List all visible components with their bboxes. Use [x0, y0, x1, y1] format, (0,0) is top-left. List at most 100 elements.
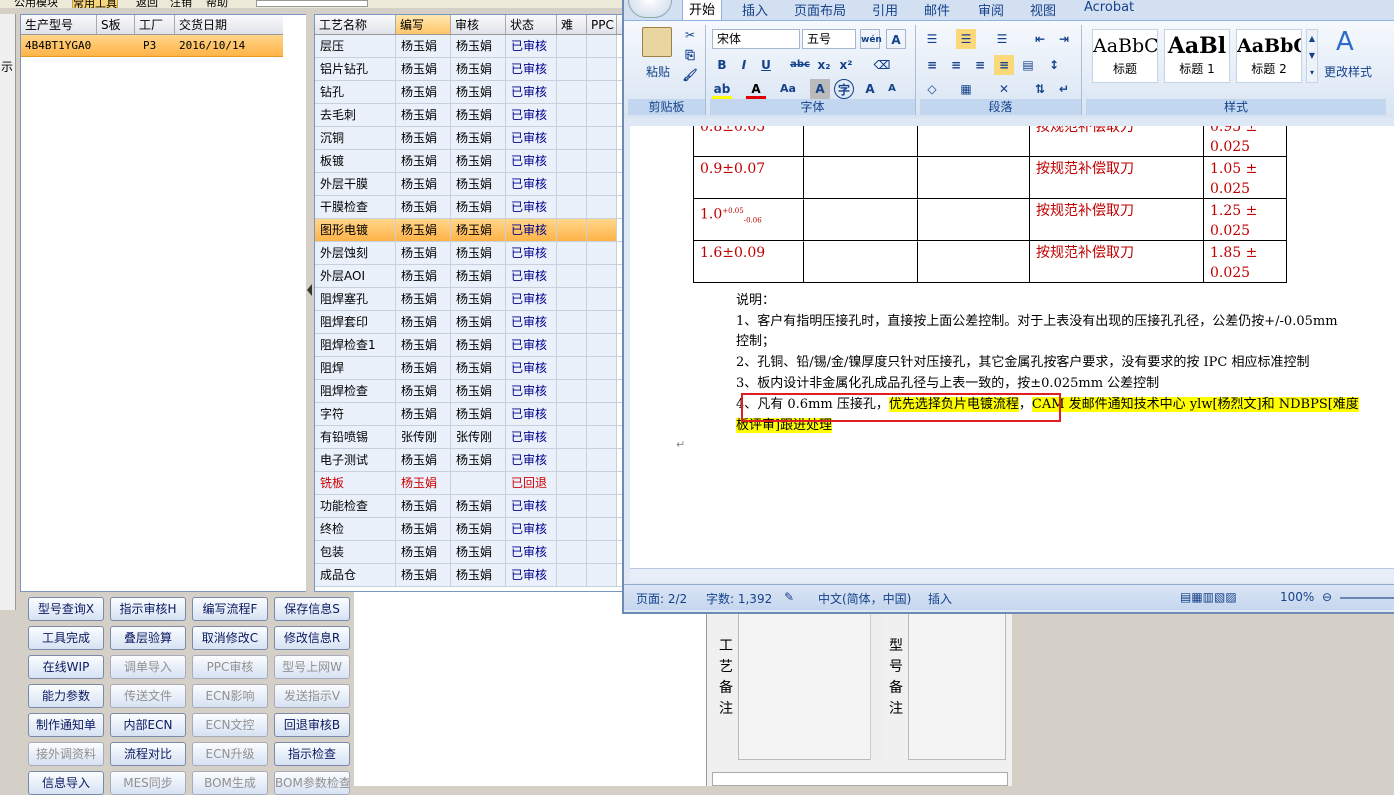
- action-button[interactable]: 流程对比: [110, 742, 186, 766]
- notes-scrollbar[interactable]: [870, 612, 884, 760]
- table-row[interactable]: 钻孔 杨玉娟 杨玉娟 已审核: [315, 81, 624, 104]
- style-heading-2[interactable]: AaBbC 标题 2: [1236, 29, 1302, 83]
- styles-scroll-icon[interactable]: ▲ ▼ ▾: [1306, 29, 1318, 83]
- align-right-icon[interactable]: ≡: [970, 55, 990, 75]
- table-row[interactable]: 阻焊 杨玉娟 杨玉娟 已审核: [315, 357, 624, 380]
- table-row[interactable]: 字符 杨玉娟 杨玉娟 已审核: [315, 403, 624, 426]
- justify-icon[interactable]: ≡: [994, 55, 1014, 75]
- action-button[interactable]: 编写流程F: [192, 597, 268, 621]
- superscript-icon[interactable]: x²: [836, 55, 856, 75]
- borders-icon[interactable]: ▦: [956, 79, 976, 99]
- col-process-name[interactable]: 工艺名称: [315, 15, 396, 34]
- grow-font-icon[interactable]: A: [860, 79, 880, 99]
- status-language[interactable]: 中文(简体，中国): [818, 590, 911, 607]
- notes-bottom-field[interactable]: [712, 772, 1008, 786]
- char-shading-icon[interactable]: A: [810, 79, 830, 99]
- tab-review[interactable]: 审阅: [978, 0, 1004, 19]
- table-row[interactable]: 有铅喷锡 张传刚 张传刚 已审核: [315, 426, 624, 449]
- asian-layout-icon[interactable]: ✕: [994, 79, 1014, 99]
- tab-home[interactable]: 开始: [682, 0, 723, 22]
- tab-mailings[interactable]: 邮件: [924, 0, 950, 19]
- bold-icon[interactable]: B: [712, 55, 732, 75]
- action-button[interactable]: 取消修改C: [192, 626, 268, 650]
- action-button[interactable]: BOM参数检查: [274, 771, 350, 795]
- col-s-board[interactable]: S板: [97, 15, 135, 34]
- view-buttons-icon[interactable]: ▤▦▥▧▨: [1180, 590, 1237, 604]
- table-row[interactable]: 外层AOI 杨玉娟 杨玉娟 已审核: [315, 265, 624, 288]
- sort-icon[interactable]: ⇅: [1030, 79, 1050, 99]
- action-button[interactable]: 接外调资料: [28, 742, 104, 766]
- table-row[interactable]: 阻焊检查1 杨玉娟 杨玉娟 已审核: [315, 334, 624, 357]
- strikethrough-icon[interactable]: abc: [790, 55, 810, 75]
- status-mode[interactable]: 插入: [928, 590, 952, 607]
- table-row[interactable]: 外层干膜 杨玉娟 杨玉娟 已审核: [315, 173, 624, 196]
- action-button[interactable]: 叠层验算: [110, 626, 186, 650]
- table-row[interactable]: 铣板 杨玉娟 已回退: [315, 472, 624, 495]
- menu-back[interactable]: 返回: [136, 0, 158, 8]
- table-row[interactable]: 包装 杨玉娟 杨玉娟 已审核: [315, 541, 624, 564]
- clear-format-icon[interactable]: ⌫: [872, 55, 892, 75]
- col-writer[interactable]: 编写: [396, 15, 451, 34]
- action-button[interactable]: 在线WIP: [28, 655, 104, 679]
- format-painter-icon[interactable]: 🖌: [680, 65, 700, 85]
- decrease-indent-icon[interactable]: ⇤: [1030, 29, 1050, 49]
- subscript-icon[interactable]: x₂: [814, 55, 834, 75]
- distributed-icon[interactable]: ▤: [1018, 55, 1038, 75]
- align-center-icon[interactable]: ≡: [946, 55, 966, 75]
- align-left-icon[interactable]: ≡: [922, 55, 942, 75]
- increase-indent-icon[interactable]: ⇥: [1054, 29, 1074, 49]
- col-delivery-date[interactable]: 交货日期: [175, 15, 283, 34]
- table-row[interactable]: 终检 杨玉娟 杨玉娟 已审核: [315, 518, 624, 541]
- menu-common-tools[interactable]: 常用工具: [72, 0, 118, 8]
- enclose-char-icon[interactable]: 字: [834, 79, 854, 99]
- col-factory[interactable]: 工厂: [135, 15, 175, 34]
- table-row[interactable]: 图形电镀 杨玉娟 杨玉娟 已审核: [315, 219, 624, 242]
- table-row[interactable]: 干膜检查 杨玉娟 杨玉娟 已审核: [315, 196, 624, 219]
- action-button[interactable]: 指示审核H: [110, 597, 186, 621]
- menu-help[interactable]: 帮助: [206, 0, 228, 8]
- shrink-font-icon[interactable]: A: [882, 79, 902, 99]
- numbering-icon[interactable]: ☰: [956, 29, 976, 49]
- action-button[interactable]: 型号查询X: [28, 597, 104, 621]
- table-row[interactable]: 成品仓 杨玉娟 杨玉娟 已审核: [315, 564, 624, 587]
- multilevel-list-icon[interactable]: ☰: [992, 29, 1012, 49]
- table-row[interactable]: 沉铜 杨玉娟 杨玉娟 已审核: [315, 127, 624, 150]
- change-styles-icon[interactable]: A: [1336, 27, 1354, 57]
- table-row[interactable]: 阻焊检查 杨玉娟 杨玉娟 已审核: [315, 380, 624, 403]
- action-button[interactable]: 调单导入: [110, 655, 186, 679]
- font-size-select[interactable]: 五号: [802, 29, 856, 49]
- style-heading-1[interactable]: AaBl 标题 1: [1164, 29, 1230, 83]
- zoom-out-icon[interactable]: ⊖: [1322, 590, 1332, 604]
- font-color-icon[interactable]: A: [746, 79, 766, 99]
- tab-references[interactable]: 引用: [872, 0, 898, 19]
- left-strip[interactable]: 示: [0, 14, 16, 610]
- action-button[interactable]: ECN升级: [192, 742, 268, 766]
- table-row[interactable]: 板镀 杨玉娟 杨玉娟 已审核: [315, 150, 624, 173]
- highlight-icon[interactable]: ab: [712, 79, 732, 99]
- status-page[interactable]: 页面: 2/2: [636, 590, 687, 607]
- action-button[interactable]: 型号上网W: [274, 655, 350, 679]
- action-button[interactable]: 传送文件: [110, 684, 186, 708]
- model-notes-field[interactable]: [908, 612, 1006, 760]
- paste-icon[interactable]: [642, 27, 672, 57]
- style-title[interactable]: AaBbC 标题: [1092, 29, 1158, 83]
- underline-icon[interactable]: U: [756, 55, 776, 75]
- action-button[interactable]: 保存信息S: [274, 597, 350, 621]
- table-row[interactable]: 4B4BT1YGA0 P3 2016/10/14: [21, 35, 283, 57]
- col-model[interactable]: 生产型号: [21, 15, 97, 34]
- menu-logout[interactable]: 注销: [170, 0, 192, 8]
- action-button[interactable]: 能力参数: [28, 684, 104, 708]
- col-reviewer[interactable]: 审核: [451, 15, 506, 34]
- table-row[interactable]: 层压 杨玉娟 杨玉娟 已审核: [315, 35, 624, 58]
- font-name-select[interactable]: 宋体: [712, 29, 800, 49]
- tab-view[interactable]: 视图: [1030, 0, 1056, 19]
- table-row[interactable]: 外层蚀刻 杨玉娟 杨玉娟 已审核: [315, 242, 624, 265]
- phonetic-guide-icon[interactable]: wén: [860, 29, 882, 49]
- action-button[interactable]: 指示检查: [274, 742, 350, 766]
- horizontal-scrollbar[interactable]: [630, 568, 1394, 582]
- action-button[interactable]: 回退审核B: [274, 713, 350, 737]
- shading-icon[interactable]: ◇: [922, 79, 942, 99]
- table-row[interactable]: 铝片钻孔 杨玉娟 杨玉娟 已审核: [315, 58, 624, 81]
- table-row[interactable]: 阻焊套印 杨玉娟 杨玉娟 已审核: [315, 311, 624, 334]
- status-words[interactable]: 字数: 1,392: [706, 590, 772, 607]
